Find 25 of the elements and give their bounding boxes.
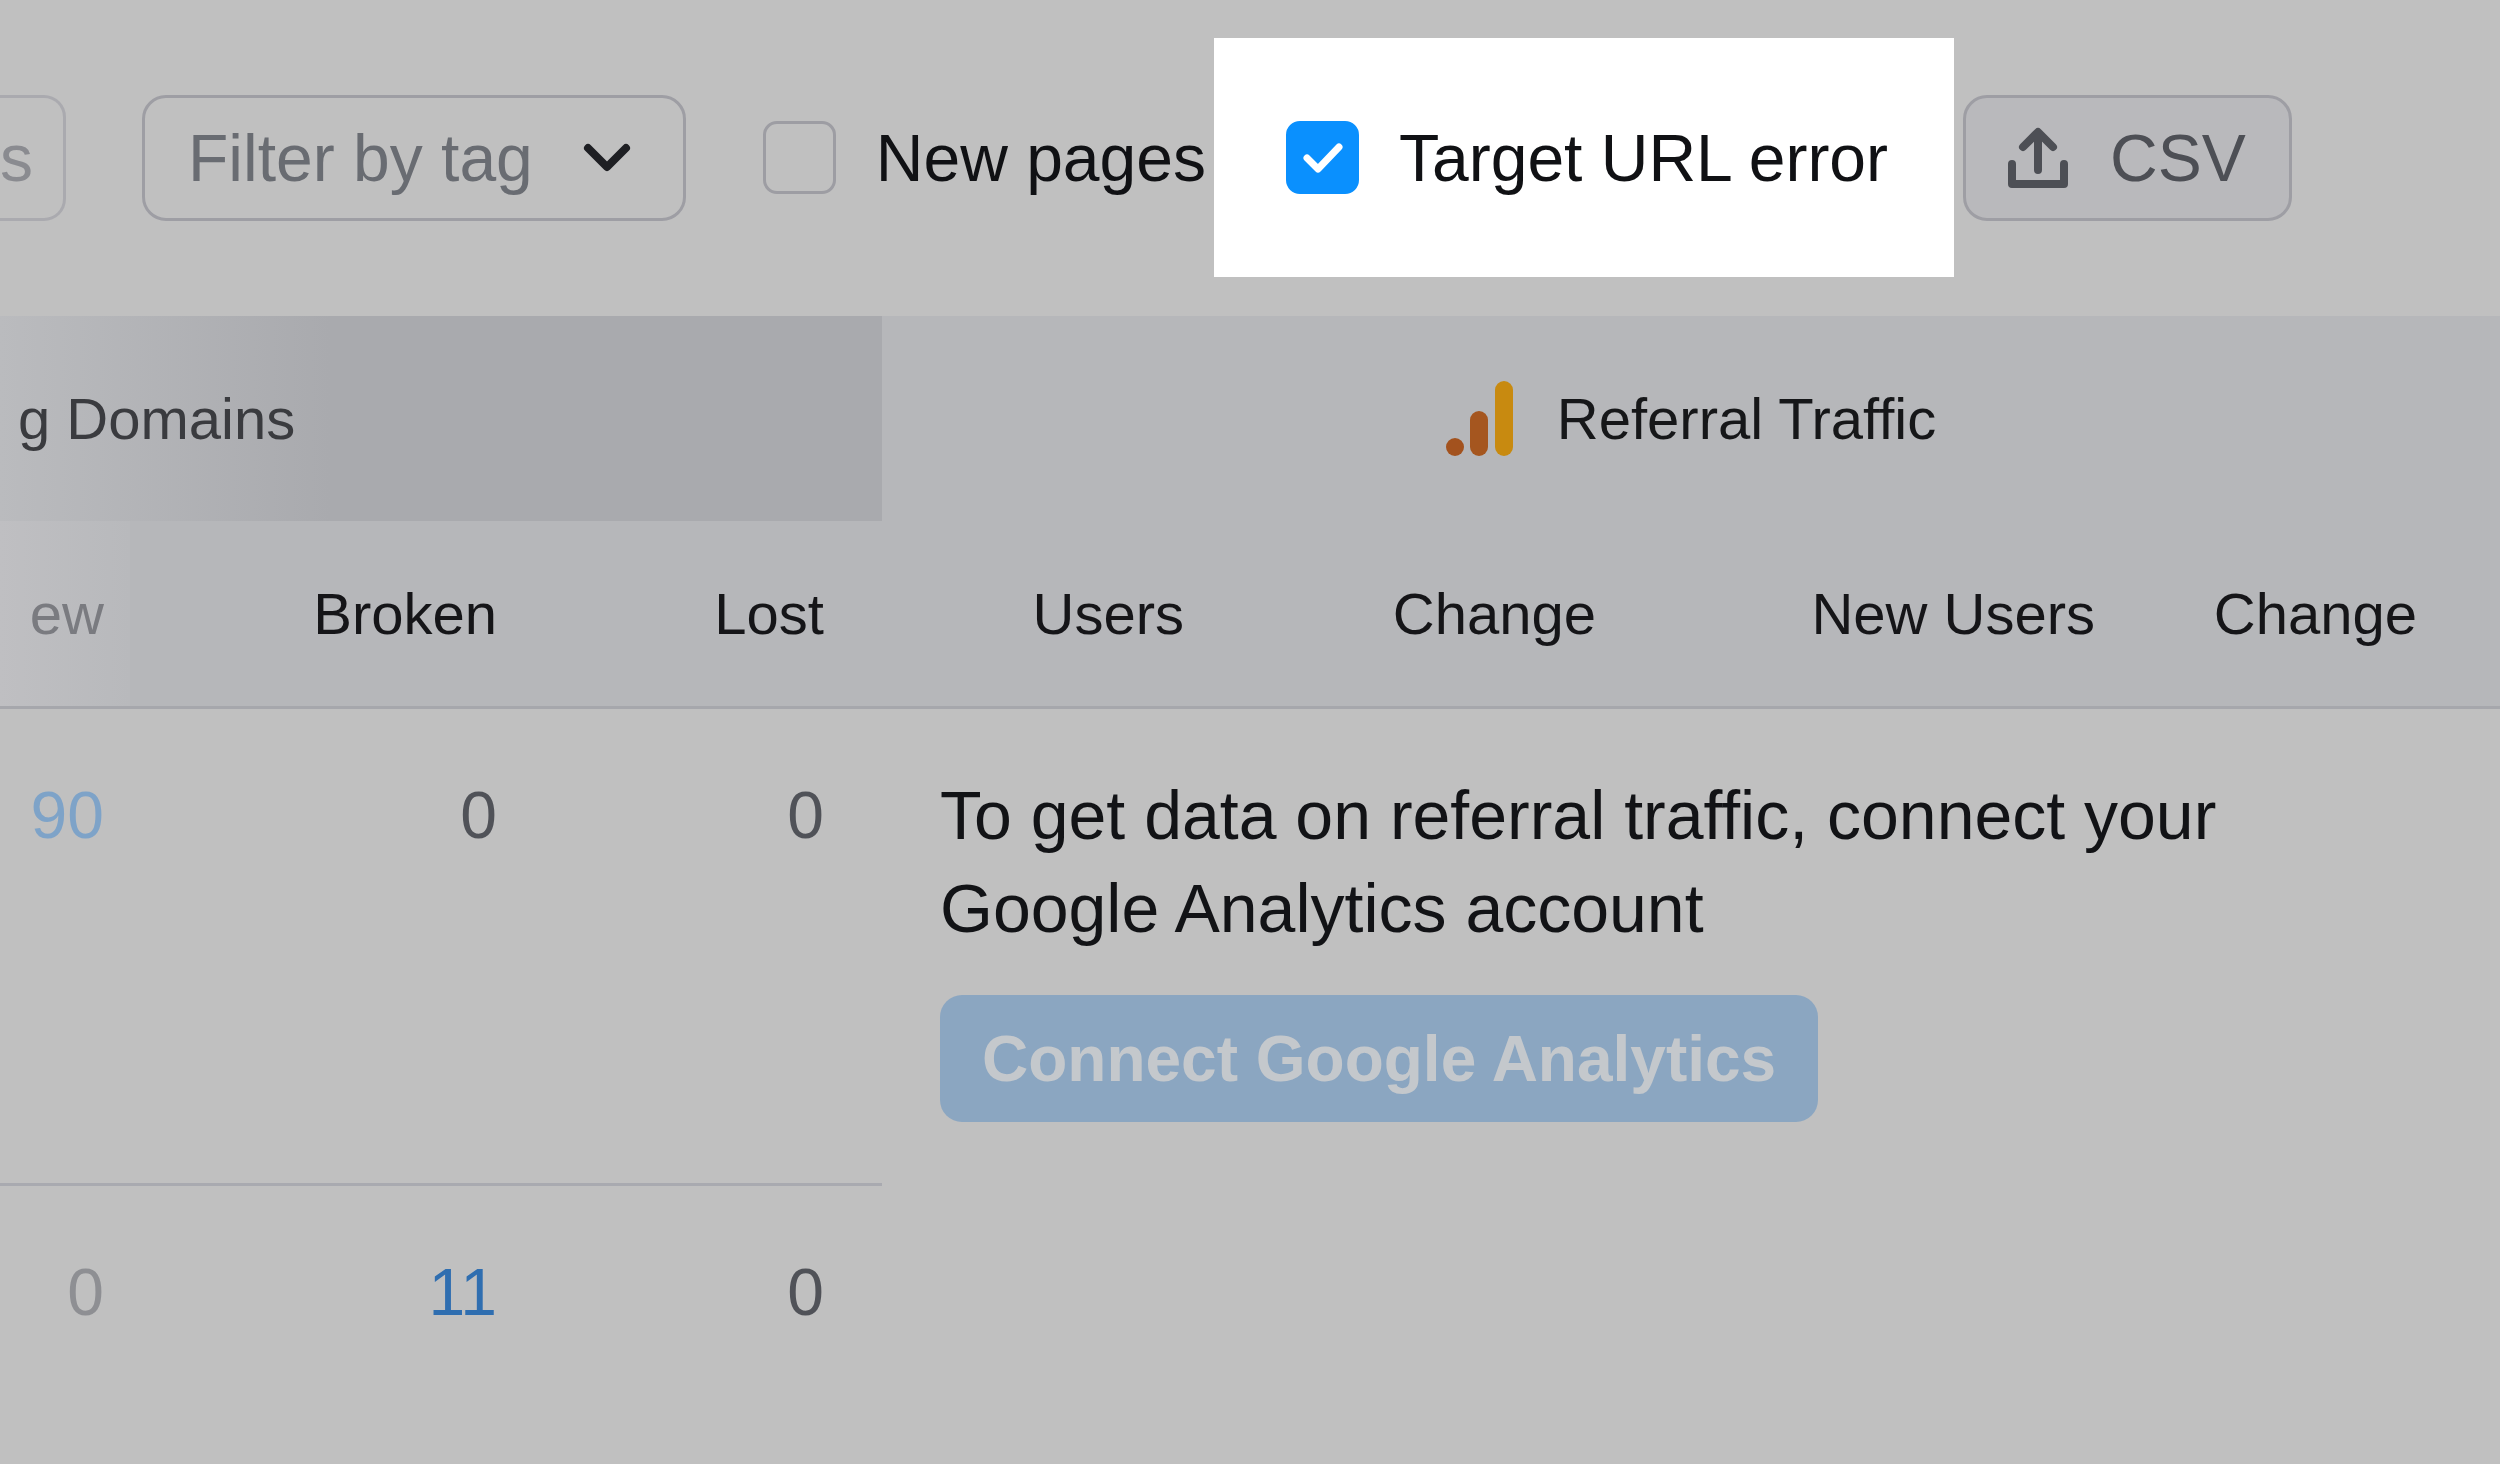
chevron-down-icon (582, 142, 631, 173)
column-header: Users (882, 521, 1210, 709)
checkbox-label[interactable]: New pages (875, 119, 1206, 196)
check-icon (1302, 142, 1343, 173)
column-header: New Users (1622, 521, 2121, 709)
referral-message: To get data on referral traffic, connect your Google Analytics account (940, 776, 2218, 948)
csv-export-button[interactable]: CSV (1963, 94, 2292, 221)
column-header: Change (2121, 521, 2500, 709)
checkbox-label[interactable]: Target URL error (1399, 119, 1889, 196)
upload-icon (2006, 125, 2071, 190)
checkbox[interactable] (1286, 121, 1359, 194)
bar-chart-icon (1445, 381, 1514, 456)
connect-button[interactable]: Connect Google Analytics (940, 995, 1819, 1122)
table-cell: 0 (787, 778, 824, 852)
tag-filter-dropdown[interactable]: Filter by tag (142, 94, 686, 221)
column-header: ew (0, 521, 130, 709)
group-title: Referral Traffic (1556, 385, 1937, 452)
table-cell: 0 (460, 778, 497, 852)
checkbox[interactable] (762, 121, 836, 194)
group-title: g Domains (18, 385, 296, 452)
column-header: Broken (130, 521, 523, 709)
column-header: Lost (523, 521, 882, 709)
column-header: Change (1210, 521, 1622, 709)
table-cell: 0 (787, 1255, 824, 1329)
count-link[interactable]: 11 (428, 1255, 497, 1329)
